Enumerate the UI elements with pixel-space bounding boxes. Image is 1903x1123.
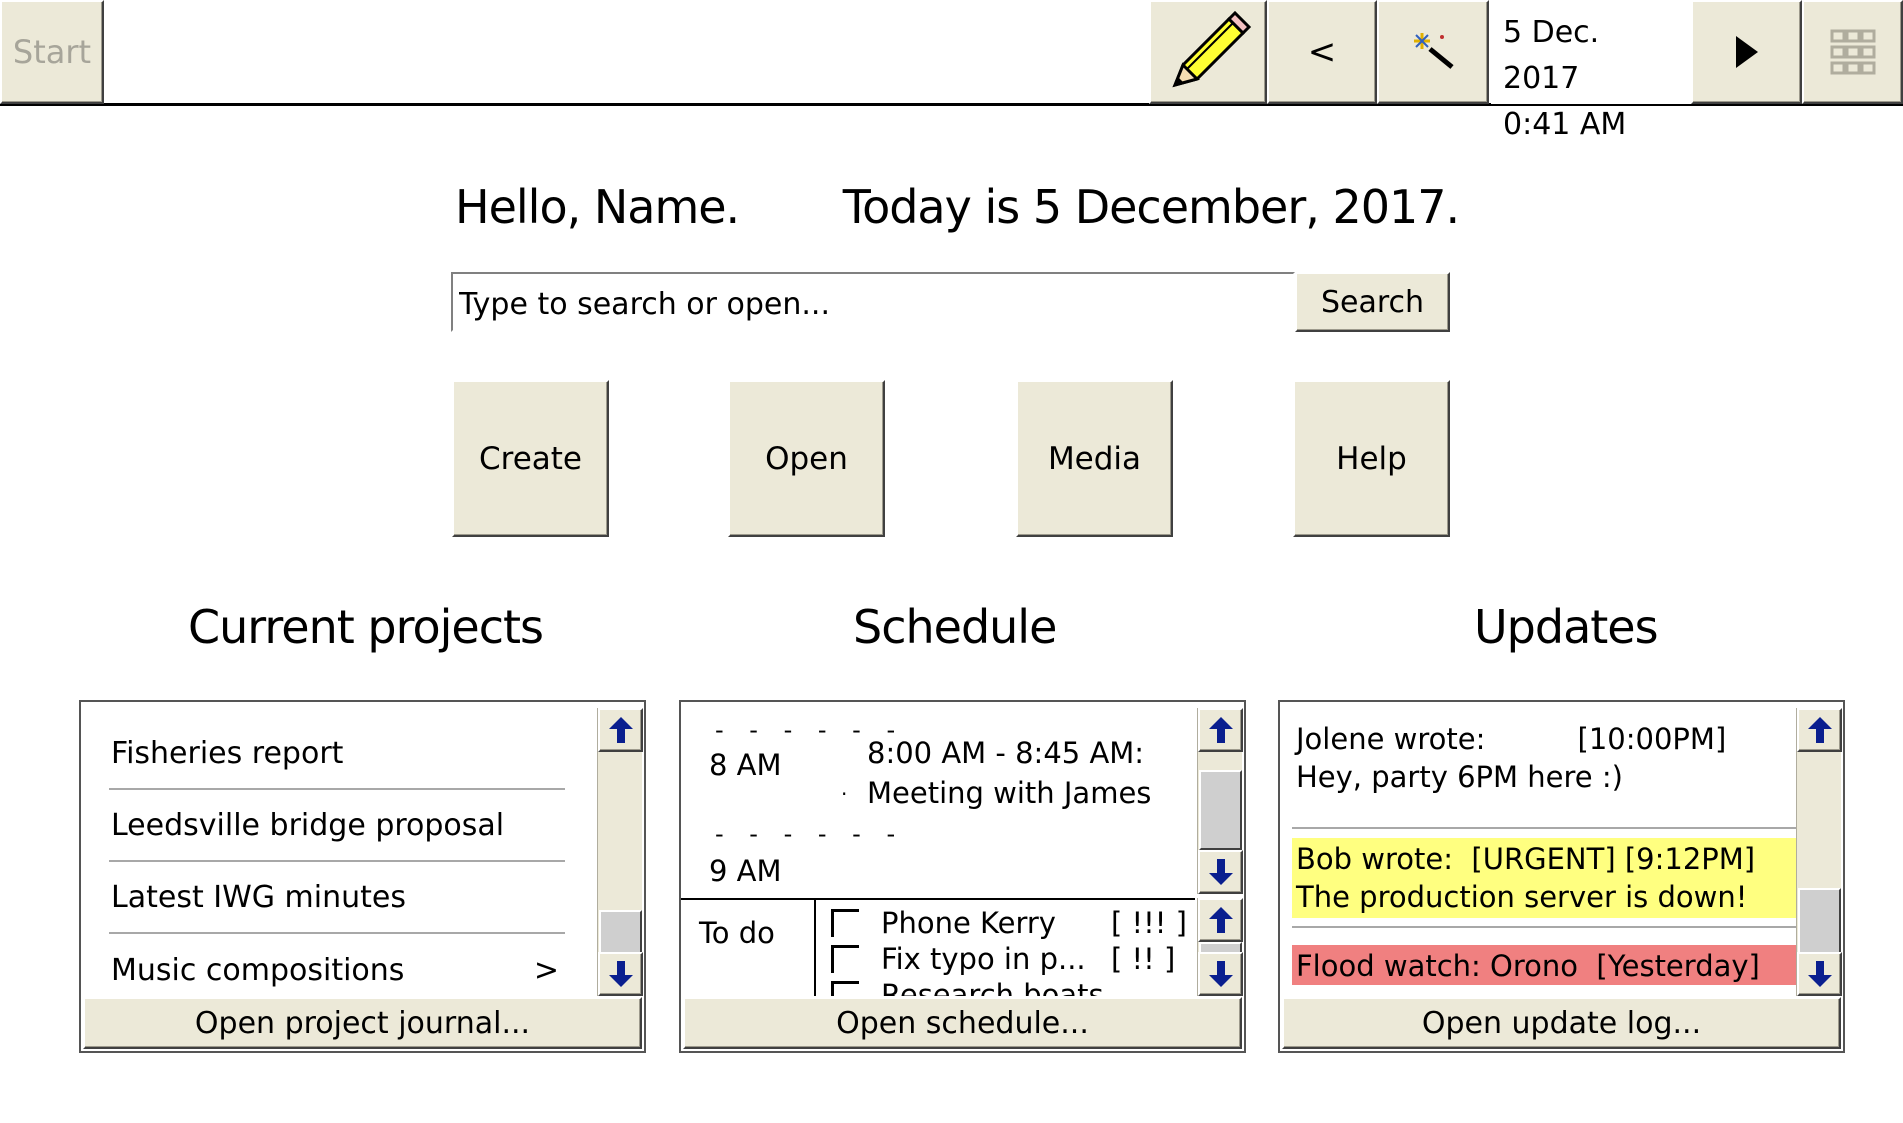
updates-panel: Jolene wrote: [10:00PM] Hey, party 6PM h… bbox=[1278, 700, 1845, 1053]
event-bullet: · bbox=[841, 782, 848, 806]
scroll-up-arrow[interactable] bbox=[1797, 708, 1842, 752]
date-text: 5 Dec. 2017 bbox=[1503, 15, 1600, 96]
projects-heading: Current projects bbox=[188, 600, 544, 654]
todo-priority: [ !! ] bbox=[1111, 942, 1176, 976]
todo-list: Phone Kerry [ !!! ] Fix typo in p... [ !… bbox=[817, 900, 1195, 996]
project-item-iwg[interactable]: Latest IWG minutes bbox=[109, 862, 565, 934]
time-divider: - - - - - - bbox=[715, 820, 905, 848]
arrow-up-icon bbox=[1208, 907, 1233, 933]
scroll-thumb[interactable] bbox=[599, 910, 642, 954]
arrow-down-icon bbox=[1807, 961, 1832, 987]
updates-heading: Updates bbox=[1474, 600, 1659, 654]
todo-item[interactable]: Fix typo in p... [ !! ] bbox=[831, 942, 1175, 976]
todo-text: Phone Kerry bbox=[881, 906, 1056, 940]
start-button[interactable]: Start bbox=[0, 0, 104, 104]
create-button[interactable]: Create bbox=[452, 380, 609, 537]
play-right-icon bbox=[1735, 36, 1758, 68]
projects-scrollbar[interactable] bbox=[597, 708, 643, 996]
todo-label: To do bbox=[699, 916, 775, 950]
schedule-scrollbar[interactable] bbox=[1197, 708, 1243, 894]
scroll-down-arrow[interactable] bbox=[1198, 850, 1243, 894]
update-item-urgent[interactable]: Bob wrote: [URGENT] [9:12PM] The product… bbox=[1292, 838, 1802, 918]
next-button[interactable] bbox=[1691, 0, 1802, 104]
arrow-down-icon bbox=[608, 961, 633, 987]
open-schedule-button[interactable]: Open schedule... bbox=[683, 997, 1242, 1049]
todo-text: Fix typo in p... bbox=[881, 942, 1086, 976]
greeting-date: Today is 5 December, 2017. bbox=[842, 180, 1460, 234]
scroll-up-arrow[interactable] bbox=[1198, 898, 1243, 942]
schedule-panel: - - - - - - 8 AM 8:00 AM - 8:45 AM: · Me… bbox=[679, 700, 1246, 1053]
update-header: Bob wrote: [URGENT] [9:12PM] bbox=[1296, 842, 1756, 876]
help-button[interactable]: Help bbox=[1293, 380, 1450, 537]
schedule-heading: Schedule bbox=[853, 600, 1057, 654]
todo-priority: [ !!! ] bbox=[1111, 906, 1187, 940]
arrow-down-icon bbox=[1208, 961, 1233, 987]
previous-button[interactable]: < bbox=[1267, 0, 1377, 104]
chevron-right-icon: > bbox=[533, 952, 559, 988]
update-divider bbox=[1292, 926, 1802, 928]
project-item-fisheries[interactable]: Fisheries report bbox=[109, 718, 565, 790]
taskbar: Start < 5 Dec. 2017 0:41 AM bbox=[0, 0, 1903, 142]
open-update-log-button[interactable]: Open update log... bbox=[1282, 997, 1841, 1049]
update-body: The production server is down! bbox=[1296, 880, 1748, 914]
todo-item[interactable]: Phone Kerry [ !!! ] bbox=[831, 906, 1187, 940]
magic-wand-button[interactable] bbox=[1377, 0, 1489, 104]
checkbox[interactable] bbox=[831, 909, 859, 937]
update-item-alert[interactable]: Flood watch: Orono [Yesterday] bbox=[1292, 945, 1802, 985]
search-button[interactable]: Search bbox=[1295, 272, 1450, 332]
update-divider bbox=[1292, 827, 1802, 829]
search-input-frame bbox=[451, 272, 1295, 334]
time-text: 0:41 AM bbox=[1503, 107, 1627, 142]
todo-scrollbar[interactable] bbox=[1197, 898, 1243, 996]
search-input[interactable] bbox=[453, 274, 1293, 334]
pencil-icon bbox=[1172, 10, 1252, 88]
update-header: Flood watch: Orono [Yesterday] bbox=[1296, 949, 1760, 983]
todo-text: Research boats bbox=[881, 978, 1104, 996]
grid-icon bbox=[1830, 29, 1875, 75]
magic-wand-icon bbox=[1414, 33, 1454, 69]
search-bar: Search bbox=[451, 272, 1450, 334]
updates-scrollbar[interactable] bbox=[1796, 708, 1842, 996]
arrow-up-icon bbox=[608, 717, 633, 743]
scroll-up-arrow[interactable] bbox=[1198, 708, 1243, 752]
scroll-thumb[interactable] bbox=[1798, 888, 1841, 958]
schedule-time-9am: 9 AM bbox=[709, 854, 782, 888]
greeting-hello: Hello, Name. bbox=[455, 180, 740, 234]
scroll-thumb[interactable] bbox=[1199, 770, 1242, 850]
todo-item[interactable]: Research boats bbox=[831, 978, 1104, 996]
media-button[interactable]: Media bbox=[1016, 380, 1173, 537]
scroll-down-arrow[interactable] bbox=[1797, 952, 1842, 996]
greeting: Hello, Name. Today is 5 December, 2017. bbox=[455, 180, 1460, 234]
project-label: Latest IWG minutes bbox=[111, 879, 406, 915]
arrow-up-icon bbox=[1807, 717, 1832, 743]
event-time: 8:00 AM - 8:45 AM: bbox=[867, 736, 1145, 770]
checkbox[interactable] bbox=[831, 945, 859, 973]
pencil-button[interactable] bbox=[1149, 0, 1267, 104]
open-button[interactable]: Open bbox=[728, 380, 885, 537]
checkbox[interactable] bbox=[831, 981, 859, 996]
date-time-display: 5 Dec. 2017 0:41 AM bbox=[1491, 0, 1691, 142]
event-title[interactable]: Meeting with James bbox=[867, 776, 1151, 810]
open-project-journal-button[interactable]: Open project journal... bbox=[83, 997, 642, 1049]
arrow-up-icon bbox=[1208, 717, 1233, 743]
project-label: Leedsville bridge proposal bbox=[111, 807, 505, 843]
schedule-time-8am: 8 AM bbox=[709, 748, 782, 782]
grid-button[interactable] bbox=[1802, 0, 1903, 104]
update-body: Hey, party 6PM here :) bbox=[1296, 760, 1623, 794]
project-label: Fisheries report bbox=[111, 735, 344, 771]
arrow-down-icon bbox=[1208, 859, 1233, 885]
todo-column-divider bbox=[814, 900, 816, 996]
update-header: Jolene wrote: [10:00PM] bbox=[1296, 722, 1727, 756]
scroll-up-arrow[interactable] bbox=[598, 708, 643, 752]
scroll-down-arrow[interactable] bbox=[1198, 952, 1243, 996]
projects-panel: Fisheries report Leedsville bridge propo… bbox=[79, 700, 646, 1053]
project-item-music[interactable]: Music compositions > bbox=[109, 934, 565, 1006]
project-label: Music compositions bbox=[111, 952, 405, 988]
project-item-leedsville[interactable]: Leedsville bridge proposal bbox=[109, 790, 565, 862]
scroll-down-arrow[interactable] bbox=[598, 952, 643, 996]
update-item[interactable]: Jolene wrote: [10:00PM] Hey, party 6PM h… bbox=[1292, 718, 1802, 798]
